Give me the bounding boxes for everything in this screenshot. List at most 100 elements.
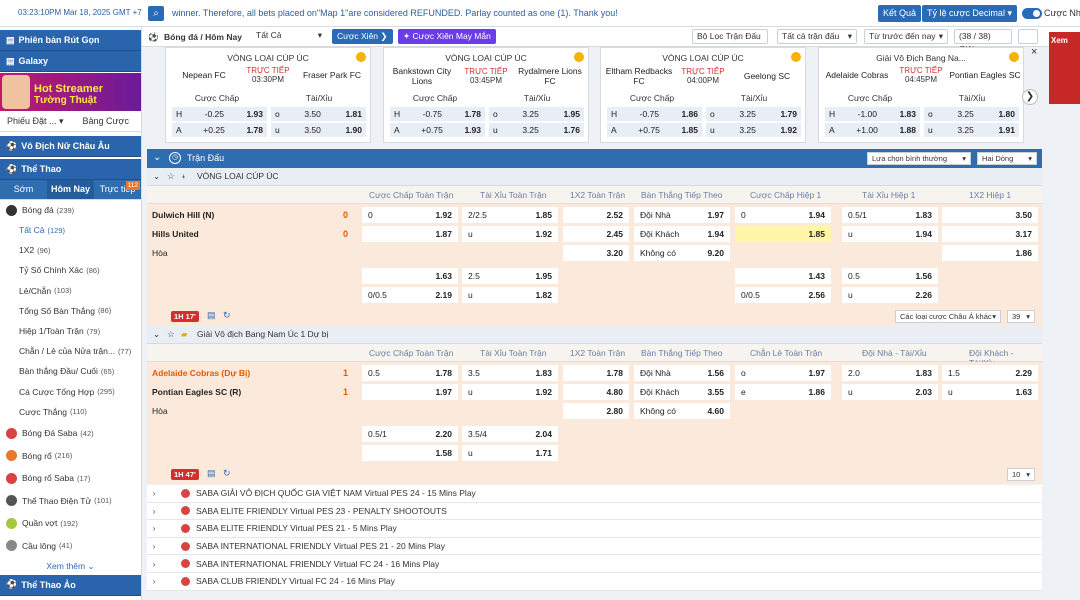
more-options-button[interactable] bbox=[1018, 29, 1038, 44]
odds-cell[interactable]: A +0.25 1.78 bbox=[172, 123, 267, 137]
galaxy-button[interactable]: ▤ Galaxy bbox=[0, 51, 141, 72]
sidebar-item-sport[interactable]: Thể Thao Điện Tử (101) bbox=[0, 489, 141, 512]
sidebar-item-sport[interactable]: Bóng rổ (216) bbox=[0, 444, 141, 467]
odds-cell[interactable]: H -0.75 1.86 bbox=[607, 107, 702, 121]
league-header[interactable]: ⌄ ☆ ▰ Giải Vô địch Bang Nam Úc 1 Dự bị bbox=[147, 326, 1042, 344]
odds-cell[interactable]: 1.85 bbox=[735, 226, 831, 242]
view-mode-select[interactable]: Hai Dòng ▾ bbox=[977, 152, 1037, 165]
odds-cell[interactable]: 0 1.94 bbox=[735, 207, 831, 223]
quick-bet-toggle[interactable] bbox=[1022, 8, 1042, 19]
odds-cell[interactable]: A +1.00 1.88 bbox=[825, 123, 920, 137]
tab-early[interactable]: Sớm bbox=[0, 180, 47, 199]
odds-cell[interactable]: o 1.97 bbox=[735, 365, 831, 381]
odds-cell[interactable]: 0.5 1.56 bbox=[842, 268, 938, 284]
odds-cell[interactable]: 2.45 bbox=[563, 226, 629, 242]
odds-cell[interactable]: 1.43 bbox=[735, 268, 831, 284]
odds-cell[interactable]: 2.5 1.95 bbox=[462, 268, 558, 284]
virtual-league-row[interactable]: › SABA ELITE FRIENDLY Virtual PES 21 - 5 … bbox=[147, 520, 1042, 538]
parlay-button[interactable]: Cược Xiên ❯ bbox=[332, 29, 393, 44]
odds-cell[interactable]: u 1.82 bbox=[462, 287, 558, 303]
stats-icon[interactable]: ▤ bbox=[207, 468, 216, 479]
featured-match-card[interactable]: VÒNG LOẠI CÚP ÚC Bankstown City Lions TRỰC… bbox=[383, 47, 589, 143]
odds-cell[interactable]: e 1.86 bbox=[735, 384, 831, 400]
sidebar-item-sport[interactable]: Quần vợt (192) bbox=[0, 512, 141, 535]
featured-match-card[interactable]: Giải Vô Địch Bang Na... Adelaide Cobras TR… bbox=[818, 47, 1024, 143]
odds-cell[interactable]: 0.5 1.78 bbox=[362, 365, 458, 381]
odds-cell[interactable]: 3.17 bbox=[942, 226, 1038, 242]
lucky-parlay-button[interactable]: ✦ Cược Xiên May Mắn bbox=[398, 29, 496, 44]
odds-cell[interactable]: u 3.25 1.91 bbox=[924, 123, 1019, 137]
league-count-select[interactable]: (38 / 38) Giải bbox=[954, 29, 1012, 54]
sidebar-item-football[interactable]: Bóng đá (239) bbox=[0, 200, 141, 220]
refresh-icon[interactable]: ↻ bbox=[223, 468, 231, 479]
odds-cell[interactable]: 1.63 bbox=[362, 268, 458, 284]
search-icon[interactable]: ⌕ bbox=[148, 6, 164, 21]
odds-cell[interactable]: H -1.00 1.83 bbox=[825, 107, 920, 121]
results-button[interactable]: Kết Quả bbox=[878, 5, 922, 22]
sidebar-subitem[interactable]: Chẵn / Lẻ của Nửa trận... (77) bbox=[0, 341, 141, 361]
odds-cell[interactable]: 1.78 bbox=[563, 365, 629, 381]
sidebar-subitem[interactable]: Lẻ/Chẵn (103) bbox=[0, 281, 141, 301]
odds-cell[interactable]: 0.5/1 2.20 bbox=[362, 426, 458, 442]
odds-cell[interactable]: u 1.63 bbox=[942, 384, 1038, 400]
odds-cell[interactable]: 0/0.5 2.19 bbox=[362, 287, 458, 303]
tab-betslip[interactable]: Phiếu Đặt ... ▾ bbox=[0, 112, 71, 131]
featured-match-card[interactable]: VÒNG LOẠI CÚP ÚC Eltham Redbacks FC TRỰC T… bbox=[600, 47, 806, 143]
odds-cell[interactable]: u 3.50 1.90 bbox=[271, 123, 366, 137]
odds-cell[interactable]: 2.0 1.83 bbox=[842, 365, 938, 381]
odds-cell[interactable]: 2/2.5 1.85 bbox=[462, 207, 558, 223]
sidebar-item-sport[interactable]: Bóng Đá Saba (42) bbox=[0, 422, 141, 445]
odds-cell[interactable]: u 1.92 bbox=[462, 384, 558, 400]
odds-cell[interactable]: Đội Khách 3.55 bbox=[634, 384, 730, 400]
odds-cell[interactable]: Đội Nhà 1.97 bbox=[634, 207, 730, 223]
sort-select[interactable]: Từ trước đến nay ▾ bbox=[864, 29, 948, 44]
tab-live[interactable]: Trực tiếp 112 bbox=[94, 180, 141, 199]
next-arrow-icon[interactable]: ❯ bbox=[1022, 89, 1038, 105]
sidebar-subitem[interactable]: Cược Thắng (110) bbox=[0, 402, 141, 422]
odds-cell[interactable]: H -0.75 1.78 bbox=[390, 107, 485, 121]
close-icon[interactable]: × bbox=[1031, 46, 1037, 58]
odds-cell[interactable]: u 1.71 bbox=[462, 445, 558, 461]
odds-cell[interactable]: o 3.25 1.79 bbox=[706, 107, 801, 121]
odds-cell[interactable]: u 2.03 bbox=[842, 384, 938, 400]
sidebar-subitem[interactable]: Tất Cả (129) bbox=[0, 220, 141, 240]
market-select[interactable]: Tất Cả ▾ bbox=[252, 29, 326, 44]
odds-cell[interactable]: 1.86 bbox=[942, 245, 1038, 261]
odds-cell[interactable]: 4.80 bbox=[563, 384, 629, 400]
virtual-league-row[interactable]: › SABA INTERNATIONAL FRIENDLY Virtual PES… bbox=[147, 537, 1042, 556]
virtual-league-row[interactable]: › SABA CLUB FRIENDLY Virtual FC 24 - 16 M… bbox=[147, 573, 1042, 591]
other-markets-select[interactable]: Các loại cược Châu Á khác ▾ bbox=[895, 310, 1001, 323]
odds-cell[interactable]: u 3.25 1.92 bbox=[706, 123, 801, 137]
odds-cell[interactable]: 3.50 bbox=[942, 207, 1038, 223]
streamer-banner[interactable]: Hot Streamer Tường Thuật bbox=[0, 73, 141, 111]
odds-format-button[interactable]: Tỷ lệ cược Decimal ▾ bbox=[922, 5, 1017, 22]
odds-cell[interactable]: 0/0.5 2.56 bbox=[735, 287, 831, 303]
markets-count-select[interactable]: 39 ▾ bbox=[1007, 310, 1035, 323]
sort-mode-select[interactable]: Lựa chọn bình thường ▾ bbox=[867, 152, 971, 165]
virtual-league-row[interactable]: › SABA INTERNATIONAL FRIENDLY Virtual FC … bbox=[147, 555, 1042, 573]
wallet-version-button[interactable]: ▤ Phiên bản Rút Gọn bbox=[0, 30, 141, 51]
sidebar-subitem[interactable]: 1X2 (96) bbox=[0, 240, 141, 260]
markets-count-select[interactable]: 10 ▾ bbox=[1007, 468, 1035, 481]
odds-cell[interactable]: 3.5/4 2.04 bbox=[462, 426, 558, 442]
virtual-league-row[interactable]: › SABA GIẢI VÔ ĐỊCH QUỐC GIA VIỆT NAM Vir… bbox=[147, 485, 1042, 503]
refresh-icon[interactable]: ↻ bbox=[223, 310, 231, 321]
odds-cell[interactable]: Không có 9.20 bbox=[634, 245, 730, 261]
odds-cell[interactable]: Không có 4.60 bbox=[634, 403, 730, 419]
star-icon[interactable]: ☆ bbox=[167, 329, 175, 340]
odds-cell[interactable]: 3.5 1.83 bbox=[462, 365, 558, 381]
sidebar-subitem[interactable]: Cá Cược Tổng Hợp (295) bbox=[0, 382, 141, 402]
odds-cell[interactable]: 3.20 bbox=[563, 245, 629, 261]
tab-odds-table[interactable]: Bảng Cược bbox=[71, 112, 142, 131]
odds-cell[interactable]: 2.80 bbox=[563, 403, 629, 419]
odds-cell[interactable]: Đội Khách 1.94 bbox=[634, 226, 730, 242]
sidebar-subitem[interactable]: Bàn thắng Đầu/ Cuối (65) bbox=[0, 361, 141, 381]
odds-cell[interactable]: u 2.26 bbox=[842, 287, 938, 303]
sidebar-subitem[interactable]: Tỷ Số Chính Xác (86) bbox=[0, 260, 141, 280]
odds-cell[interactable]: 2.52 bbox=[563, 207, 629, 223]
featured-match-card[interactable]: VÒNG LOẠI CÚP ÚC Nepean FC TRỰC TIẾP 03:30P… bbox=[165, 47, 371, 143]
sports-header[interactable]: ⚽ Thể Thao bbox=[0, 159, 141, 180]
odds-cell[interactable]: u 3.25 1.76 bbox=[489, 123, 584, 137]
odds-cell[interactable]: A +0.75 1.93 bbox=[390, 123, 485, 137]
tab-today[interactable]: Hôm Nay bbox=[47, 180, 94, 199]
